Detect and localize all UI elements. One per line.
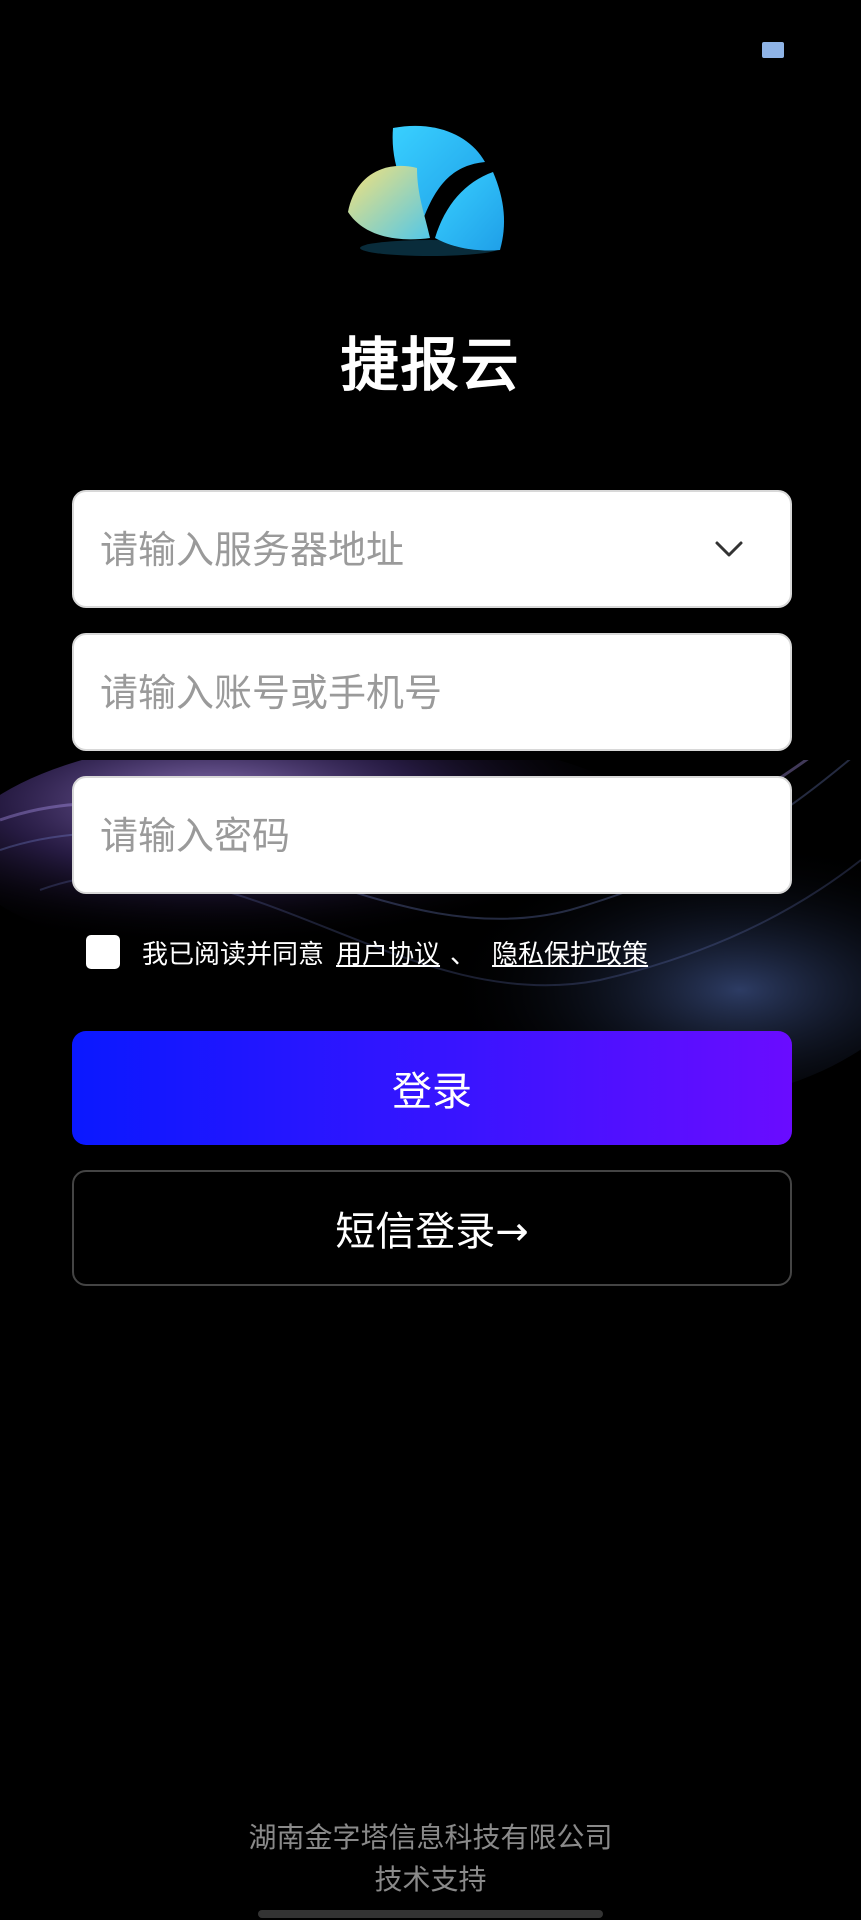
home-indicator[interactable] <box>258 1910 603 1918</box>
sms-login-button[interactable]: 短信登录→ <box>72 1170 792 1286</box>
server-address-field[interactable] <box>72 490 792 608</box>
account-input[interactable] <box>98 635 702 751</box>
server-address-input[interactable] <box>98 492 702 608</box>
agreement-prefix: 我已阅读并同意 <box>142 939 325 970</box>
agreement-row: 我已阅读并同意 用户协议 、 隐私保护政策 <box>86 934 648 970</box>
status-indicator-icon <box>762 42 784 58</box>
account-field[interactable] <box>72 633 792 751</box>
agreement-separator: 、 <box>450 939 477 970</box>
footer-company: 湖南金字塔信息科技有限公司 <box>248 1821 613 1854</box>
privacy-policy-link[interactable]: 隐私保护政策 <box>492 934 648 971</box>
chevron-down-icon[interactable] <box>712 532 746 566</box>
user-agreement-link[interactable]: 用户协议 <box>336 934 440 971</box>
footer-support: 技术支持 <box>374 1863 487 1896</box>
login-button[interactable]: 登录 <box>72 1031 792 1145</box>
agreement-checkbox[interactable] <box>86 935 120 969</box>
app-logo-icon <box>348 125 505 256</box>
app-title: 捷报云 <box>340 331 521 399</box>
password-input[interactable] <box>98 778 702 894</box>
password-field[interactable] <box>72 776 792 894</box>
